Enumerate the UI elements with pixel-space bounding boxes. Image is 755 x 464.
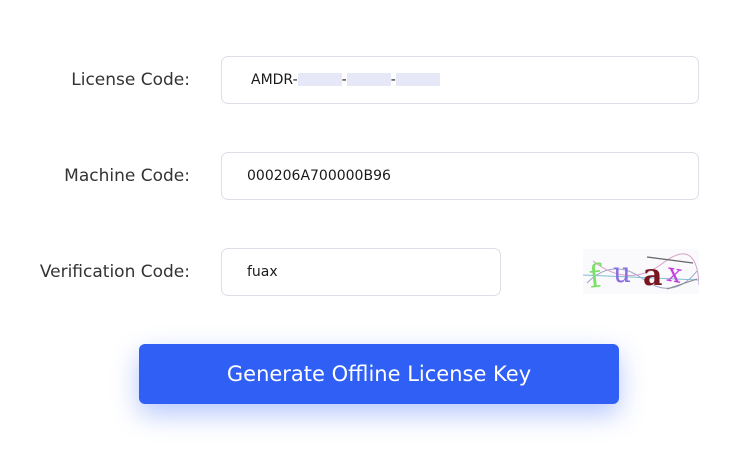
license-code-value: AMDR- - - <box>251 72 440 88</box>
license-code-redacted-segment <box>297 73 342 86</box>
license-code-prefix: AMDR- <box>251 72 298 88</box>
captcha-char: u <box>613 256 631 289</box>
license-code-label: License Code: <box>71 70 190 90</box>
generate-offline-license-key-button[interactable]: Generate Offline License Key <box>139 344 619 404</box>
verification-code-input[interactable]: fuax <box>221 248 501 296</box>
captcha-graphic: f u a x <box>583 249 699 294</box>
verification-code-label: Verification Code: <box>39 262 190 282</box>
license-code-redacted-segment <box>395 73 440 86</box>
machine-code-label: Machine Code: <box>64 166 190 186</box>
verification-code-value: fuax <box>247 264 278 280</box>
captcha-image[interactable]: f u a x <box>583 249 699 294</box>
machine-code-input[interactable]: 000206A700000B96 <box>221 152 699 200</box>
machine-code-value: 000206A700000B96 <box>247 168 391 184</box>
license-code-redacted-segment <box>346 73 391 86</box>
license-code-input[interactable]: AMDR- - - <box>221 56 699 104</box>
captcha-char: a <box>643 258 662 293</box>
